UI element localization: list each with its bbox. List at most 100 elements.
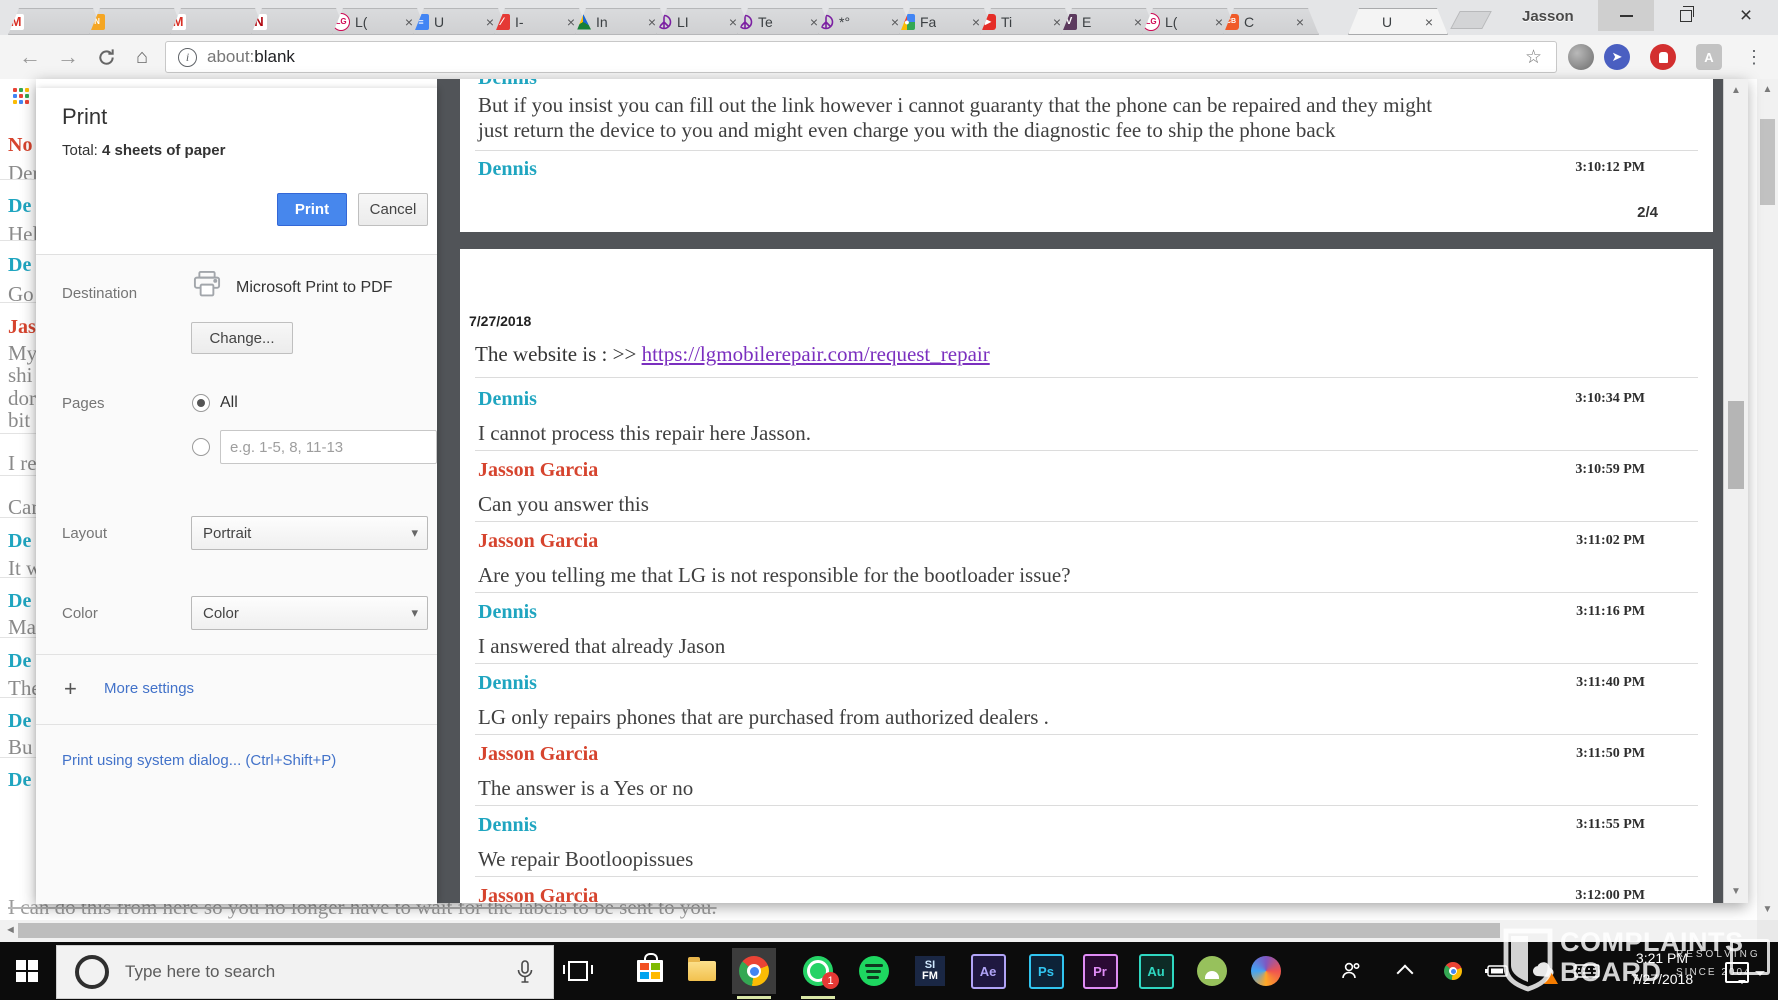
taskbar-whatsapp-icon[interactable]: 1 [796,948,840,994]
divider [36,654,437,655]
tab-U[interactable]: ≡ U × [413,8,509,35]
taskbar-microsoft-store-icon[interactable] [628,948,672,994]
menu-kebab-icon[interactable]: ⋮ [1736,35,1772,79]
bookmark-star-icon[interactable]: ☆ [1525,46,1542,69]
tab-close-icon[interactable]: × [648,15,656,29]
start-button[interactable] [16,960,38,982]
pages-range-radio[interactable] [192,438,210,456]
new-tab-button[interactable] [1450,11,1492,29]
page-vertical-scrollbar[interactable]: ▲ ▼ [1757,79,1778,920]
print-button[interactable]: Print [277,193,347,226]
page-indicator: 2/4 [1637,204,1658,221]
print-preview-overlay: Dennis But if you insist you can fill ou… [36,79,1748,904]
forward-icon[interactable]: → [50,35,86,79]
scroll-thumb[interactable] [18,923,1500,938]
taskbar-premiere-icon[interactable]: Pr [1078,948,1122,994]
tab-In[interactable]: In × [575,8,671,35]
apps-grid-icon[interactable] [13,88,30,105]
chat-website-line: The website is : >> https://lgmobilerepa… [475,342,990,366]
color-select[interactable]: Color ▾ [191,596,428,630]
reload-icon[interactable] [88,35,124,79]
chat-name: Jasson Garcia [478,459,599,481]
browser-toolbar: ← → ⌂ i about:blank ☆ ➤ A ⋮ [0,35,1778,80]
taskbar-android-studio-icon[interactable] [1190,948,1234,994]
tab-LI[interactable]: LI × [656,8,752,35]
tab-Ti[interactable]: ▶ Ti × [980,8,1076,35]
tab-yellow-app[interactable]: N [89,8,185,35]
tab-close-icon[interactable]: × [405,15,413,29]
pages-all-radio[interactable] [192,394,210,412]
taskbar-audition-icon[interactable]: Au [1134,948,1178,994]
tab-close-icon[interactable]: × [1425,15,1433,29]
tab-gmail[interactable]: M [170,8,266,35]
tab-close-icon[interactable]: × [1215,15,1223,29]
tab-*°[interactable]: *° × [818,8,914,35]
taskbar-file-explorer-icon[interactable] [680,948,724,994]
profile-name[interactable]: Jasson [1522,8,1574,25]
close-button[interactable]: × [1718,0,1774,31]
scroll-up-icon[interactable]: ▲ [1757,84,1778,95]
tray-chevron-up-icon[interactable] [1390,956,1420,986]
tab-L([interactable]: LG L(× [1142,8,1238,35]
scroll-down-icon[interactable]: ▼ [1757,904,1778,915]
tab-close-icon[interactable]: × [972,15,980,29]
taskbar-after-effects-icon[interactable]: Ae [966,948,1010,994]
back-icon[interactable]: ← [12,35,48,79]
tab-close-icon[interactable]: × [486,15,494,29]
titlebar: M N M N LG L(× ≡ U × ⁄ I- × In × LI × Te × *° × ● Fa × ▶ Ti × V E × L… [0,0,1778,35]
scroll-thumb[interactable] [1728,401,1744,489]
home-icon[interactable]: ⌂ [124,35,160,79]
tab-Te[interactable]: Te × [737,8,833,35]
tab-C[interactable]: CB C × [1223,8,1319,35]
taskbar-search[interactable]: Type here to search [56,945,554,999]
tab-close-icon[interactable]: × [729,15,737,29]
tab-E[interactable]: V E × [1061,8,1157,35]
scroll-thumb[interactable] [1760,119,1775,205]
tab-netflix[interactable]: N [251,8,347,35]
taskbar-color-swirl-icon[interactable] [1244,948,1288,994]
scroll-down-icon[interactable]: ▼ [1724,886,1748,897]
tab-close-icon[interactable]: × [1134,15,1142,29]
tab-L([interactable]: LG L(× [332,8,428,35]
tab-close-icon[interactable]: × [1296,15,1304,29]
website-link[interactable]: https://lgmobilerepair.com/request_repai… [642,342,990,366]
page-info-icon[interactable]: i [178,47,197,67]
scroll-up-icon[interactable]: ▲ [1724,85,1748,96]
cancel-button[interactable]: Cancel [358,193,428,226]
task-view-icon[interactable] [556,948,600,994]
extension-target-icon[interactable]: ➤ [1604,44,1630,70]
taskbar-chrome-icon[interactable] [732,948,776,994]
taskbar-sifm-icon[interactable]: SI FM [908,948,952,994]
tab-close-icon[interactable]: × [567,15,575,29]
change-destination-button[interactable]: Change... [191,322,293,354]
tab-close-icon[interactable]: × [810,15,818,29]
tab-Fa[interactable]: ● Fa × [899,8,995,35]
more-settings-link[interactable]: More settings [104,680,194,697]
scroll-left-icon[interactable]: ◄ [5,924,16,936]
tray-people-icon[interactable] [1336,956,1366,986]
address-text[interactable]: about:blank [207,47,295,67]
screen: M N M N LG L(× ≡ U × ⁄ I- × In × LI × Te × *° × ● Fa × ▶ Ti × V E × L… [0,0,1778,1000]
pages-range-input[interactable] [220,430,437,464]
tab-gmail[interactable]: M [8,8,104,35]
extension-acrobat-icon[interactable]: A [1696,44,1722,70]
tab-I-[interactable]: ⁄ I- × [494,8,590,35]
preview-scrollbar[interactable]: ▲ ▼ [1723,79,1748,903]
minimize-button[interactable] [1598,0,1654,31]
omnibox[interactable]: i about:blank ☆ [165,41,1557,73]
tab-close-icon[interactable]: × [891,15,899,29]
microphone-icon[interactable] [513,959,537,990]
extension-stop-hand-icon[interactable] [1650,44,1676,70]
tab-active[interactable]: U × [1348,8,1448,35]
color-value: Color [203,604,239,622]
tab-close-icon[interactable]: × [1053,15,1061,29]
tray-chrome-tray-icon[interactable] [1438,956,1468,986]
taskbar-photoshop-icon[interactable]: Ps [1024,948,1068,994]
chat-timestamp: 3:10:59 PM [1575,462,1645,477]
separator [0,757,36,758]
system-dialog-link[interactable]: Print using system dialog... (Ctrl+Shift… [62,752,336,769]
layout-select[interactable]: Portrait ▾ [191,516,428,550]
taskbar-spotify-icon[interactable] [852,948,896,994]
extension-swirl-icon[interactable] [1568,44,1594,70]
restore-button[interactable] [1658,0,1714,31]
